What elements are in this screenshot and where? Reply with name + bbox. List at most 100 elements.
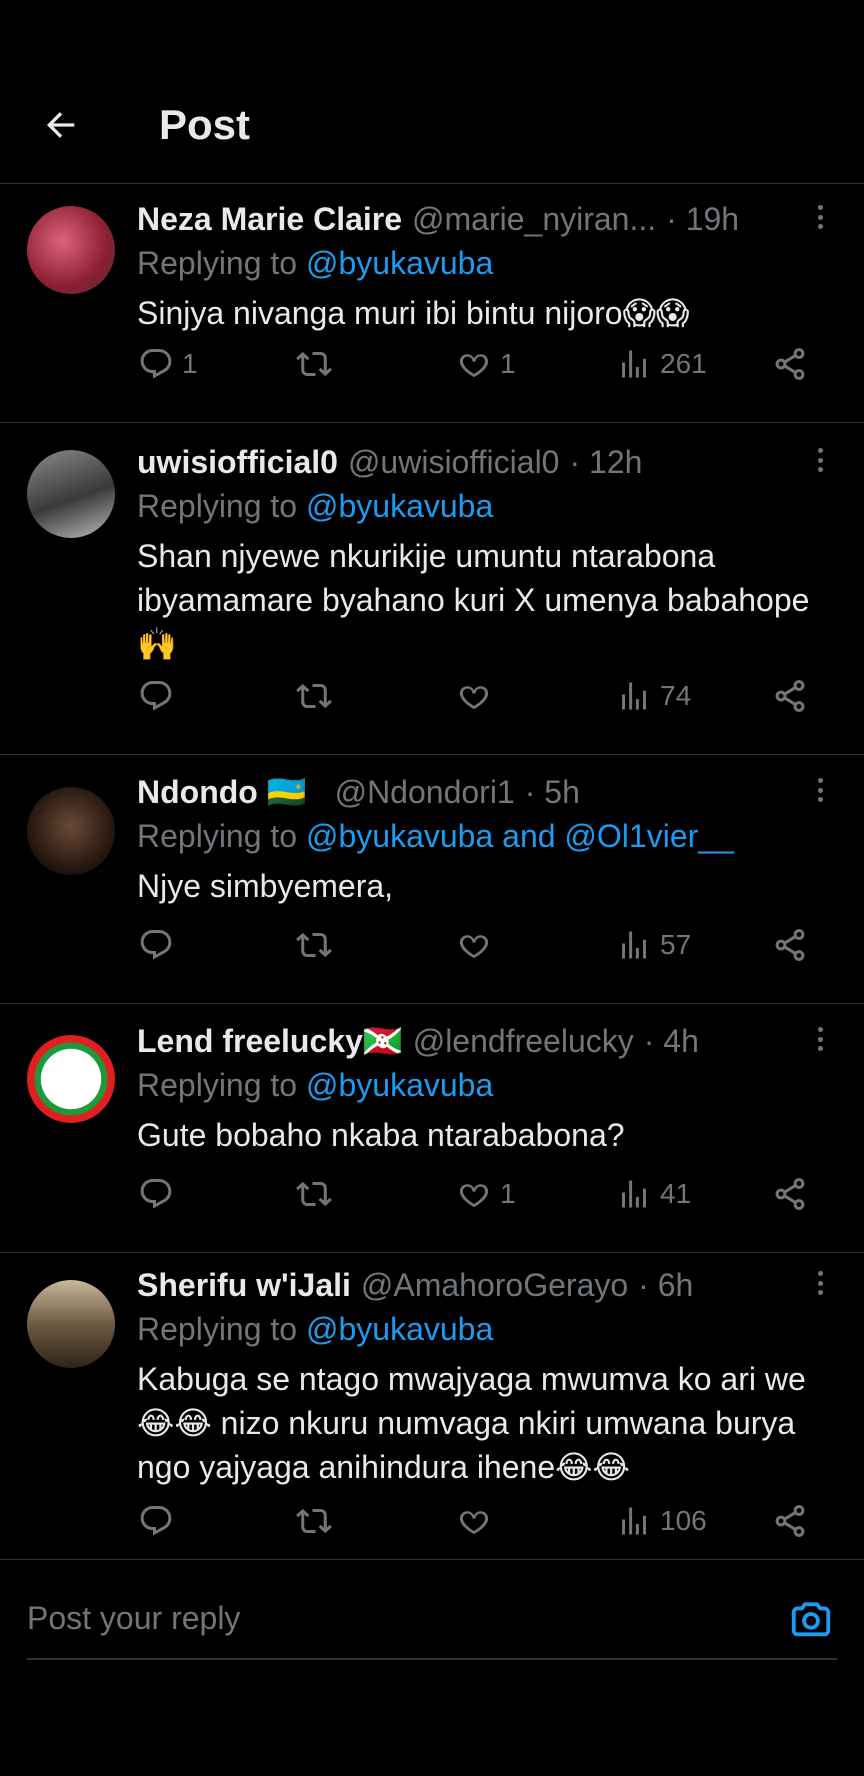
like-button[interactable] bbox=[456, 923, 500, 967]
like-button[interactable]: 1 bbox=[456, 1172, 516, 1216]
reply-post[interactable]: Ndondo 🇷🇼 @Ndondori1 · 5h Replying to @b… bbox=[0, 755, 864, 1004]
repost-button[interactable] bbox=[296, 674, 340, 718]
post-text: Njye simbyemera, bbox=[137, 868, 394, 904]
reply-button[interactable] bbox=[138, 674, 182, 718]
more-button[interactable] bbox=[810, 442, 830, 478]
repost-button[interactable] bbox=[296, 923, 340, 967]
views-icon bbox=[622, 682, 646, 710]
avatar[interactable] bbox=[27, 1035, 115, 1123]
repost-button[interactable] bbox=[296, 1499, 340, 1543]
reply-post[interactable]: Sherifu w'iJali @AmahoroGerayo · 6h Repl… bbox=[0, 1253, 864, 1558]
more-icon bbox=[817, 448, 823, 453]
replying-label: Replying to bbox=[137, 1311, 306, 1347]
reply-input[interactable] bbox=[27, 1588, 727, 1648]
share-icon bbox=[775, 680, 805, 712]
post-time: · 19h bbox=[666, 200, 740, 237]
avatar[interactable] bbox=[27, 1280, 115, 1368]
reply-button[interactable] bbox=[138, 1172, 182, 1216]
replying-to: Replying to @byukavuba bbox=[137, 1067, 493, 1104]
views-button[interactable]: 106 bbox=[616, 1499, 707, 1543]
author-handle[interactable]: @uwisiofficial0 bbox=[348, 444, 560, 481]
post-time: · 12h bbox=[569, 443, 643, 480]
avatar[interactable] bbox=[27, 450, 115, 538]
mention-link[interactable]: @byukavuba bbox=[306, 1311, 493, 1347]
repost-icon bbox=[296, 932, 332, 958]
views-count: 41 bbox=[660, 1178, 692, 1209]
reply-feed: Neza Marie Claire @marie_nyiran... · 19h… bbox=[0, 185, 864, 1558]
reply-button[interactable]: 1 bbox=[138, 342, 198, 386]
reply-button[interactable] bbox=[138, 923, 182, 967]
like-button[interactable] bbox=[456, 674, 500, 718]
views-button[interactable]: 74 bbox=[616, 674, 691, 718]
action-bar: 74 bbox=[0, 674, 864, 718]
action-bar: 57 bbox=[0, 923, 864, 967]
repost-icon bbox=[296, 683, 332, 709]
like-icon bbox=[459, 935, 489, 959]
more-icon bbox=[817, 1271, 823, 1276]
views-button[interactable]: 57 bbox=[616, 923, 691, 967]
share-button[interactable] bbox=[772, 674, 808, 718]
more-icon bbox=[817, 205, 823, 210]
more-icon bbox=[817, 1027, 823, 1032]
repost-button[interactable] bbox=[296, 1172, 340, 1216]
top-bar: Post bbox=[0, 0, 864, 184]
more-button[interactable] bbox=[810, 199, 830, 235]
mention-link[interactable]: @byukavuba bbox=[306, 245, 493, 281]
action-bar: 1 1 261 bbox=[0, 342, 864, 386]
post-text: Shan njyewe nkurikije umuntu ntarabona i… bbox=[137, 538, 810, 662]
reply-button[interactable] bbox=[138, 1499, 182, 1543]
share-icon bbox=[775, 929, 805, 961]
more-icon bbox=[817, 778, 823, 783]
author-handle[interactable]: @Ndondori1 bbox=[335, 774, 515, 811]
reply-post[interactable]: Neza Marie Claire @marie_nyiran... · 19h… bbox=[0, 185, 864, 423]
share-button[interactable] bbox=[772, 1172, 808, 1216]
reply-input-underline bbox=[27, 1658, 837, 1660]
replying-to: Replying to @byukavuba bbox=[137, 1311, 493, 1348]
author-handle[interactable]: @marie_nyiran... bbox=[412, 201, 656, 238]
like-count: 1 bbox=[500, 348, 516, 379]
action-bar: 1 41 bbox=[0, 1172, 864, 1216]
more-button[interactable] bbox=[810, 772, 830, 808]
views-button[interactable]: 261 bbox=[616, 342, 707, 386]
author-name[interactable]: Ndondo 🇷🇼 bbox=[137, 773, 307, 811]
views-icon bbox=[622, 1180, 646, 1208]
views-count: 261 bbox=[660, 348, 707, 379]
author-name[interactable]: uwisiofficial0 bbox=[137, 444, 338, 481]
views-icon bbox=[622, 1507, 646, 1535]
camera-button[interactable] bbox=[788, 1596, 834, 1642]
reply-post[interactable]: uwisiofficial0 @uwisiofficial0 · 12h Rep… bbox=[0, 423, 864, 755]
mention-link[interactable]: @byukavuba and @Ol1vier__ bbox=[306, 818, 734, 854]
back-button[interactable] bbox=[36, 100, 86, 150]
share-button[interactable] bbox=[772, 342, 808, 386]
share-icon bbox=[775, 1505, 805, 1537]
reply-count: 1 bbox=[182, 348, 198, 379]
like-icon bbox=[459, 1511, 489, 1535]
mention-link[interactable]: @byukavuba bbox=[306, 488, 493, 524]
more-button[interactable] bbox=[810, 1265, 830, 1301]
post-text: Sinjya nivanga muri ibi bintu nijoro😱😱 bbox=[137, 295, 690, 331]
more-button[interactable] bbox=[810, 1021, 830, 1057]
replying-label: Replying to bbox=[137, 245, 306, 281]
views-button[interactable]: 41 bbox=[616, 1172, 691, 1216]
author-name[interactable]: Lend freelucky🇧🇮 bbox=[137, 1022, 403, 1060]
share-button[interactable] bbox=[772, 1499, 808, 1543]
author-handle[interactable]: @AmahoroGerayo bbox=[361, 1267, 628, 1304]
repost-button[interactable] bbox=[296, 342, 340, 386]
author-name[interactable]: Sherifu w'iJali bbox=[137, 1267, 351, 1304]
post-text: Gute bobaho nkaba ntarababona? bbox=[137, 1117, 625, 1153]
like-button[interactable]: 1 bbox=[456, 342, 516, 386]
repost-icon bbox=[296, 1181, 332, 1207]
camera-icon bbox=[791, 1602, 831, 1637]
avatar[interactable] bbox=[27, 206, 115, 294]
author-name[interactable]: Neza Marie Claire bbox=[137, 201, 402, 238]
avatar[interactable] bbox=[27, 787, 115, 875]
share-button[interactable] bbox=[772, 923, 808, 967]
like-button[interactable] bbox=[456, 1499, 500, 1543]
reply-post[interactable]: Lend freelucky🇧🇮 @lendfreelucky · 4h Rep… bbox=[0, 1004, 864, 1253]
reply-icon bbox=[140, 681, 172, 711]
author-handle[interactable]: @lendfreelucky bbox=[413, 1023, 634, 1060]
mention-link[interactable]: @byukavuba bbox=[306, 1067, 493, 1103]
post-text: Kabuga se ntago mwajyaga mwumva ko ari w… bbox=[137, 1361, 806, 1485]
reply-icon bbox=[140, 930, 172, 960]
replying-to: Replying to @byukavuba bbox=[137, 245, 493, 282]
